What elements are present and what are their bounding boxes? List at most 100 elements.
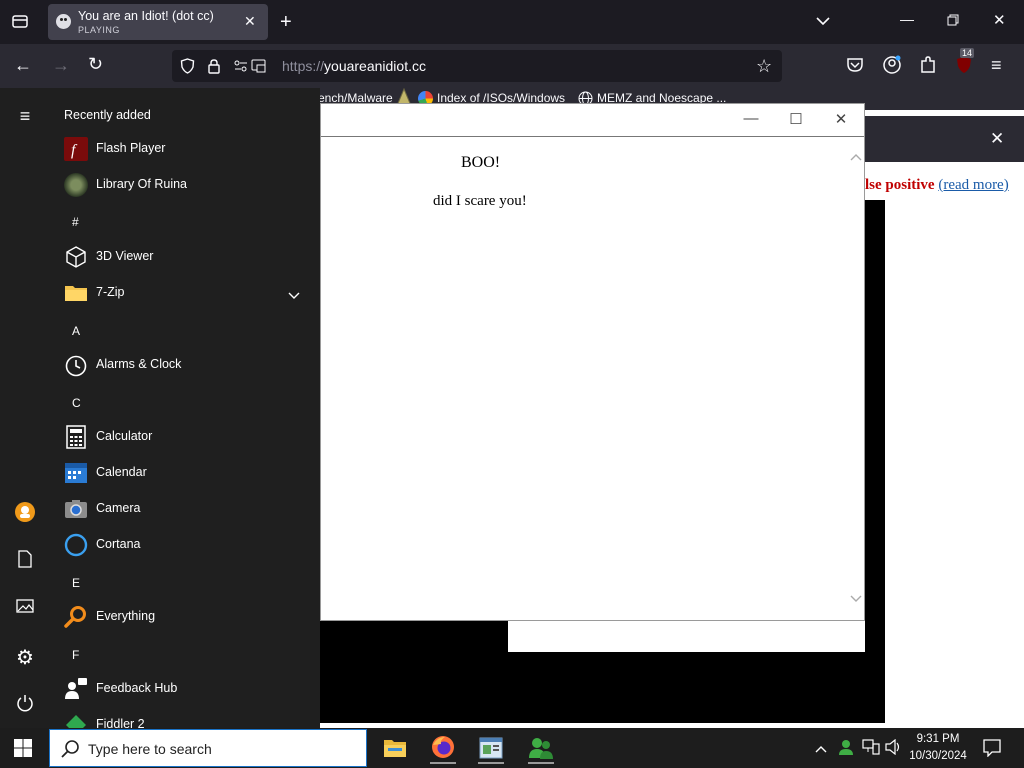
- group-letter-f[interactable]: F: [72, 648, 79, 662]
- volume-icon[interactable]: [885, 738, 903, 760]
- expand-chevron-icon[interactable]: [288, 287, 300, 305]
- white-content-block: [508, 620, 865, 652]
- system-clock[interactable]: 9:31 PM 10/30/2024: [906, 731, 970, 765]
- app-fiddler-2[interactable]: Fiddler 2: [64, 709, 314, 728]
- chevron-down-icon[interactable]: [816, 14, 830, 30]
- app-alarms-clock[interactable]: Alarms & Clock: [64, 349, 314, 381]
- app-label: Calculator: [96, 429, 153, 443]
- app-library-of-ruina[interactable]: Library Of Ruina: [64, 169, 314, 201]
- app-label: Cortana: [96, 537, 141, 551]
- scroll-down-icon[interactable]: [850, 592, 862, 606]
- calendar-icon: [64, 461, 88, 485]
- tab-list-icon[interactable]: [10, 12, 30, 32]
- camera-icon: [64, 497, 88, 521]
- network-icon[interactable]: [862, 739, 880, 760]
- ublock-extension-icon[interactable]: 14: [955, 48, 975, 74]
- browser-tab[interactable]: You are an Idiot! (dot cc) PLAYING ✕: [48, 4, 268, 40]
- clock-time: 9:31 PM: [916, 733, 960, 745]
- cube-icon: [64, 245, 88, 269]
- app-label: Fiddler 2: [96, 717, 145, 728]
- hamburger-icon[interactable]: ≡: [14, 106, 36, 128]
- read-more-link[interactable]: (read more): [938, 177, 1008, 193]
- app-cortana[interactable]: Cortana: [64, 529, 314, 561]
- users-icon: [528, 736, 554, 765]
- url-text[interactable]: https://youareanidiot.cc: [282, 58, 426, 74]
- app-camera[interactable]: Camera: [64, 493, 314, 525]
- account-icon[interactable]: [882, 55, 902, 79]
- smiley-favicon-icon: [56, 14, 71, 29]
- taskbar-file-explorer[interactable]: [378, 732, 412, 764]
- app-calendar[interactable]: Calendar: [64, 457, 314, 489]
- app-label: Everything: [96, 609, 156, 623]
- power-icon[interactable]: [14, 694, 36, 716]
- app-label: Camera: [96, 501, 141, 515]
- clock-icon: [64, 353, 88, 377]
- close-window-icon[interactable]: ✕: [993, 13, 1006, 28]
- settings-gear-icon[interactable]: ⚙: [14, 645, 36, 669]
- popup-titlebar[interactable]: — ☐ ✕: [321, 104, 864, 137]
- calculator-icon: [64, 425, 88, 449]
- search-icon: [60, 739, 80, 764]
- group-letter-a[interactable]: A: [72, 324, 80, 338]
- start-menu: ≡ ⚙ Recently added f Flash Player Librar…: [0, 88, 320, 728]
- reload-icon[interactable]: ↻: [88, 55, 103, 73]
- pocket-icon[interactable]: [846, 56, 864, 78]
- app-flash-player[interactable]: f Flash Player: [64, 133, 314, 165]
- new-tab-icon[interactable]: +: [280, 12, 292, 32]
- active-indicator: [528, 762, 554, 764]
- clock-date: 10/30/2024: [909, 750, 967, 762]
- fiddler-icon: [64, 713, 88, 728]
- restore-window-icon[interactable]: [947, 14, 959, 30]
- scroll-up-icon[interactable]: [850, 150, 862, 164]
- app-3d-viewer[interactable]: 3D Viewer: [64, 241, 314, 273]
- popup-message: did I scare you!: [433, 193, 527, 209]
- app-calculator[interactable]: Calculator: [64, 421, 314, 453]
- permissions-icon[interactable]: [234, 59, 268, 77]
- windows-start-icon[interactable]: [14, 739, 32, 762]
- close-tab-icon[interactable]: ✕: [244, 14, 256, 28]
- false-positive-text: lse positive: [865, 177, 935, 193]
- group-letter-hash[interactable]: #: [72, 215, 79, 229]
- app-label: Calendar: [96, 465, 147, 479]
- back-arrow-icon[interactable]: ←: [14, 56, 32, 74]
- shield-icon[interactable]: [180, 58, 195, 78]
- popup-close-icon[interactable]: ✕: [829, 110, 853, 130]
- cortana-icon: [64, 533, 88, 557]
- url-host: youareanidiot.cc: [324, 58, 426, 74]
- popup-minimize-icon[interactable]: —: [739, 110, 763, 130]
- group-letter-c[interactable]: C: [72, 396, 81, 410]
- extensions-puzzle-icon[interactable]: [919, 55, 937, 79]
- pictures-icon[interactable]: [14, 598, 36, 620]
- app-label: Alarms & Clock: [96, 357, 182, 371]
- user-avatar-icon[interactable]: [14, 501, 36, 523]
- taskbar-firefox[interactable]: [426, 732, 460, 764]
- taskbar-search-box[interactable]: Type here to search: [49, 729, 367, 767]
- minimize-window-icon[interactable]: —: [900, 12, 914, 26]
- url-bar[interactable]: https://youareanidiot.cc ☆: [172, 50, 782, 82]
- app-7-zip[interactable]: 7-Zip: [64, 277, 314, 309]
- hamburger-menu-icon[interactable]: ≡: [991, 56, 1002, 74]
- group-letter-e[interactable]: E: [72, 576, 80, 590]
- tray-user-icon[interactable]: [837, 738, 855, 761]
- app-feedback-hub[interactable]: Feedback Hub: [64, 673, 314, 705]
- nav-bar: ← → ↻ https://youareanidiot.cc ☆ 14 ≡: [0, 44, 1024, 88]
- flash-player-icon: f: [64, 137, 88, 161]
- lock-icon[interactable]: [207, 58, 221, 78]
- window-app-icon: [479, 737, 503, 764]
- app-label: 7-Zip: [96, 285, 125, 299]
- popup-maximize-icon[interactable]: ☐: [784, 110, 808, 130]
- popup-window[interactable]: — ☐ ✕ BOO! did I scare you!: [320, 103, 865, 621]
- app-everything[interactable]: Everything: [64, 601, 314, 633]
- notifications-icon[interactable]: [983, 739, 1001, 762]
- taskbar-people-app[interactable]: [524, 732, 558, 764]
- forward-arrow-icon[interactable]: →: [52, 56, 70, 74]
- taskbar: Type here to search 9:31 PM 10/30/2024: [0, 728, 1024, 768]
- bookmark-star-icon[interactable]: ☆: [756, 57, 772, 75]
- show-hidden-icons-chevron-icon[interactable]: [815, 741, 827, 757]
- taskbar-app-window[interactable]: [474, 732, 508, 764]
- false-positive-notice: lse positive (read more): [865, 177, 1009, 194]
- popup-heading: BOO!: [461, 154, 501, 171]
- documents-icon[interactable]: [14, 550, 36, 572]
- close-notification-icon[interactable]: ✕: [990, 130, 1004, 147]
- active-indicator: [478, 762, 504, 764]
